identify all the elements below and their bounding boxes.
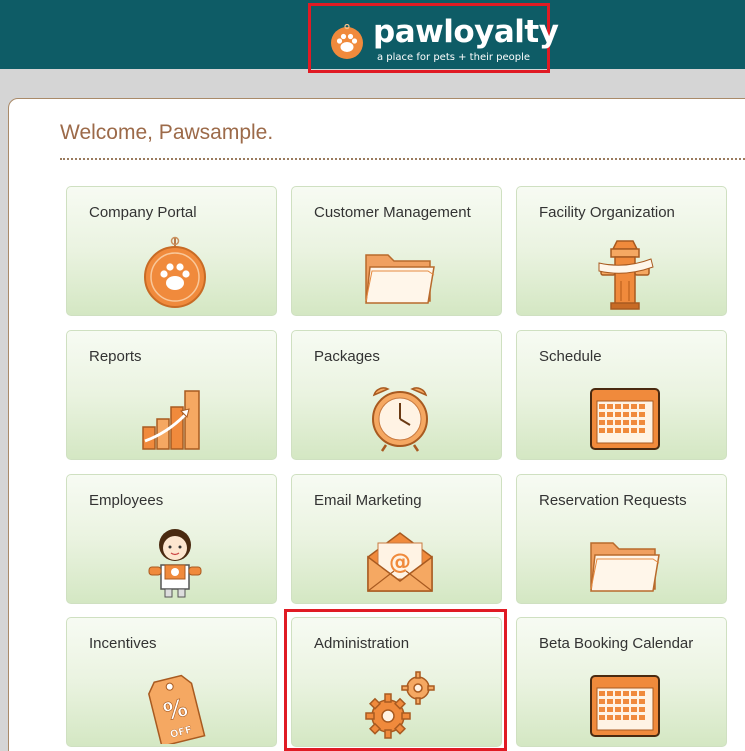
tile-label: Schedule — [539, 348, 602, 365]
tile-label: Beta Booking Calendar — [539, 635, 694, 652]
alarm-clock-icon — [360, 377, 440, 457]
tile-email-marketing[interactable]: Email Marketing @ — [291, 474, 502, 604]
tile-label: Reports — [89, 348, 142, 365]
paw-tag-icon — [135, 233, 215, 313]
discount-tag-icon: % OFF — [135, 664, 215, 748]
tile-label: Employees — [89, 492, 164, 509]
pawloyalty-logo[interactable]: pawloyalty a place for pets + their peop… — [325, 12, 559, 64]
brand-tagline: a place for pets + their people — [377, 52, 531, 63]
tile-beta-booking-calendar[interactable]: Beta Booking Calendar — [516, 617, 727, 747]
tile-label: Packages — [314, 348, 380, 365]
tile-schedule[interactable]: Schedule — [516, 330, 727, 460]
tile-reports[interactable]: Reports — [66, 330, 277, 460]
tile-incentives[interactable]: Incentives % OFF — [66, 617, 277, 748]
tile-label: Administration — [314, 635, 410, 652]
brand-name: pawloyalty — [373, 14, 559, 50]
tile-label: Customer Management — [314, 204, 471, 221]
tile-label: Reservation Requests — [539, 492, 687, 509]
dotted-divider — [60, 158, 745, 160]
folder-icon — [360, 233, 440, 313]
fire-hydrant-icon — [585, 233, 665, 313]
tile-facility-organization[interactable]: Facility Organization — [516, 186, 727, 316]
tile-packages[interactable]: Packages — [291, 330, 502, 460]
folder-icon — [585, 521, 665, 601]
logo-highlight-box: pawloyalty a place for pets + their peop… — [308, 3, 559, 73]
tile-label: Company Portal — [89, 204, 197, 221]
paw-logo-icon — [331, 24, 363, 59]
tile-customer-management[interactable]: Customer Management — [291, 186, 502, 316]
bar-chart-icon — [135, 377, 215, 457]
tile-label: Facility Organization — [539, 204, 675, 221]
employee-icon — [135, 521, 215, 601]
email-icon: @ — [360, 521, 440, 601]
welcome-heading: Welcome, Pawsample. — [60, 121, 274, 144]
tile-label: Email Marketing — [314, 492, 422, 509]
tile-employees[interactable]: Employees — [66, 474, 277, 604]
calendar-icon — [585, 377, 665, 457]
tile-administration[interactable]: Administration — [291, 617, 502, 747]
gears-icon — [360, 664, 440, 744]
tile-label: Incentives — [89, 635, 157, 652]
svg-text:@: @ — [389, 550, 411, 575]
calendar-icon — [585, 664, 665, 744]
tile-reservation-requests[interactable]: Reservation Requests — [516, 474, 727, 604]
tile-company-portal[interactable]: Company Portal — [66, 186, 277, 316]
